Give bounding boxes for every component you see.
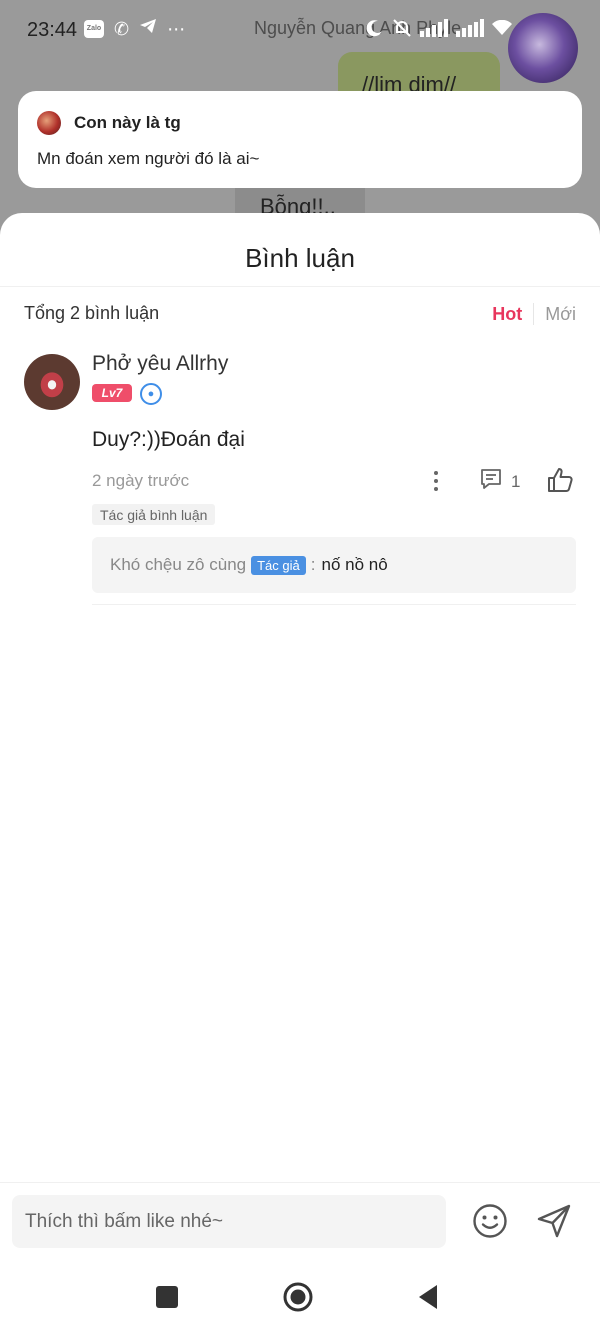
notification-banner[interactable]: Con này là tg Mn đoán xem người đó là ai…: [18, 91, 582, 188]
status-time: 23:44: [27, 19, 78, 41]
comment-divider: [92, 604, 576, 605]
home-icon[interactable]: [283, 1282, 313, 1317]
divider: [0, 286, 600, 287]
back-icon[interactable]: [417, 1284, 439, 1315]
recents-icon[interactable]: [156, 1286, 178, 1308]
reply-preview[interactable]: Khó chệu zô cùng Tác giả : nố nồ nô: [92, 537, 576, 593]
reply-text: nố nồ nô: [321, 555, 388, 574]
more-icon: ⋯: [167, 18, 186, 39]
notification-text: Mn đoán xem người đó là ai~: [37, 149, 260, 168]
more-options-icon[interactable]: [424, 468, 448, 494]
reply-button[interactable]: 1: [479, 467, 520, 496]
system-nav-bar: [0, 1262, 600, 1333]
sheet-title: Bình luận: [245, 243, 355, 273]
input-divider: [0, 1182, 600, 1183]
comment-time: 2 ngày trước: [92, 471, 190, 490]
comment-text: Duy?:))Đoán đại: [92, 428, 245, 451]
telegram-icon: [139, 18, 157, 39]
signal-icon: [420, 19, 448, 42]
like-icon[interactable]: [546, 466, 574, 499]
comment-input[interactable]: [12, 1195, 446, 1248]
moon-icon: [366, 19, 384, 42]
sort-tabs: Hot Mới: [492, 303, 576, 325]
signal-icon: [456, 19, 484, 42]
comment-author-name[interactable]: Phở yêu Allrhy: [92, 352, 228, 376]
notification-avatar: [37, 111, 61, 135]
emoji-icon[interactable]: [472, 1203, 508, 1244]
zalo-icon: Zalo: [84, 19, 104, 38]
reply-author-tag: Tác giả: [251, 555, 306, 575]
status-right-icons: [366, 18, 512, 43]
comment-author-avatar[interactable]: [24, 354, 80, 410]
reply-count: 1: [511, 471, 521, 491]
send-icon[interactable]: [536, 1203, 572, 1244]
comments-sheet: Bình luận Tổng 2 bình luận Hot Mới Phở y…: [0, 213, 600, 1333]
chat-avatar[interactable]: [508, 13, 578, 83]
sort-hot-tab[interactable]: Hot: [492, 304, 522, 325]
reply-icon: [479, 467, 503, 496]
reply-author-name: Khó chệu zô cùng: [110, 555, 247, 574]
notification-title: Con này là tg: [74, 113, 181, 132]
comment-author-tag: Tác giả bình luận: [92, 504, 216, 525]
missed-call-icon: ✆: [114, 18, 130, 39]
sort-new-tab[interactable]: Mới: [545, 304, 576, 325]
reply-colon: :: [310, 555, 316, 574]
sort-separator: [533, 303, 535, 325]
comment-total: Tổng 2 bình luận: [24, 303, 160, 323]
status-left-icons: Zalo ✆ ⋯: [84, 18, 185, 39]
level-badge: Lv7: [92, 384, 132, 402]
silent-icon: [392, 18, 412, 43]
verified-badge-icon: ●: [140, 383, 162, 405]
